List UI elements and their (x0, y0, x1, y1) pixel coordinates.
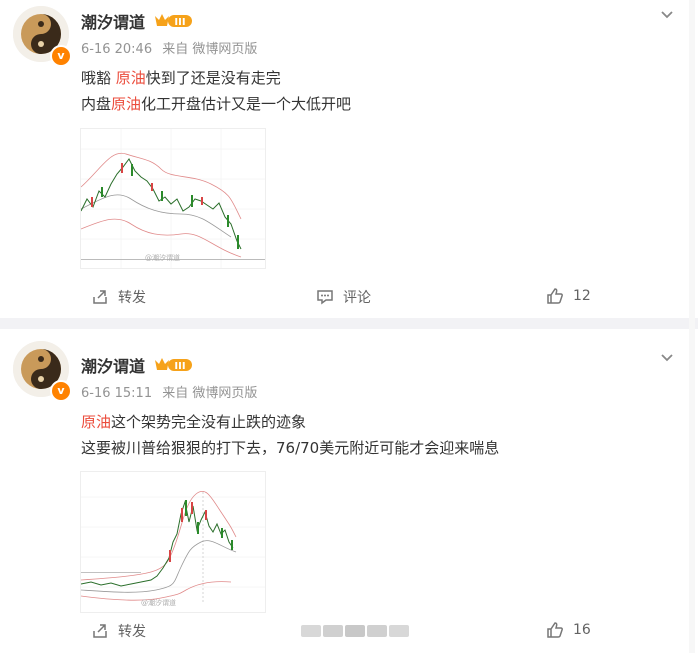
post-actions: 转发 16 (0, 621, 698, 645)
image-watermark: @潮汐谓道 (145, 253, 180, 262)
post-image[interactable]: @潮汐谓道 (80, 471, 266, 613)
verified-badge-icon: v (50, 380, 72, 402)
username[interactable]: 潮汐谓道 (81, 353, 145, 377)
chevron-down-icon[interactable] (658, 349, 676, 367)
verified-badge-icon: v (50, 45, 72, 67)
repost-button[interactable]: 转发 (91, 621, 146, 641)
weibo-feed: v 潮汐谓道 III 6-16 20:46 来自 微博网页版 哦豁 原油快到了还… (0, 0, 698, 653)
post-time[interactable]: 6-16 15:11 (81, 386, 152, 401)
level-badge-text: III (174, 361, 185, 372)
blurred-comment-placeholder (301, 625, 409, 637)
post-text-line: 这要被川普给狠狠的打下去，76/70美元附近可能才会迎来喘息 (81, 439, 500, 457)
chevron-down-icon[interactable] (658, 6, 676, 24)
post-card: v 潮汐谓道 III 6-16 20:46 来自 微博网页版 哦豁 原油快到了还… (0, 0, 698, 318)
post-image[interactable]: @潮汐谓道 (80, 128, 266, 269)
chart-thumbnail-image: @潮汐谓道 (80, 472, 265, 612)
post-divider (0, 318, 698, 329)
comment-button[interactable] (301, 621, 418, 639)
like-count: 16 (573, 622, 591, 638)
repost-label: 转发 (118, 290, 146, 306)
keyword-link[interactable]: 原油 (111, 95, 141, 113)
comment-label: 评论 (343, 290, 371, 306)
chart-thumbnail-image: @潮汐谓道 (80, 129, 265, 268)
like-button[interactable]: 16 (546, 621, 591, 639)
post-time[interactable]: 6-16 20:46 (81, 42, 152, 57)
comment-icon (317, 290, 333, 305)
post-card: v 潮汐谓道 III 6-16 15:11 来自 微博网页版 原油这个架势完全没… (0, 329, 698, 653)
post-text-line: 内盘原油化工开盘估计又是一个大低开吧 (81, 95, 352, 113)
post-meta: 6-16 20:46 来自 微博网页版 (81, 38, 263, 57)
keyword-link[interactable]: 原油 (81, 413, 111, 431)
keyword-link[interactable]: 原油 (116, 69, 146, 87)
repost-icon (93, 290, 107, 304)
post-source: 来自 微博网页版 (162, 42, 258, 57)
like-button[interactable]: 12 (546, 287, 591, 305)
level-badge-icon: III (155, 14, 192, 28)
comment-button[interactable]: 评论 (316, 287, 371, 307)
scrollbar[interactable] (689, 0, 695, 653)
level-badge-icon: III (155, 358, 192, 372)
repost-label: 转发 (118, 624, 146, 640)
repost-button[interactable]: 转发 (91, 287, 146, 307)
post-actions: 转发 评论 12 (0, 287, 698, 311)
username[interactable]: 潮汐谓道 (81, 9, 145, 33)
post-meta: 6-16 15:11 来自 微博网页版 (81, 382, 263, 401)
repost-icon (93, 624, 107, 638)
thumbs-up-icon (547, 288, 563, 304)
thumbs-up-icon (547, 622, 563, 638)
post-source: 来自 微博网页版 (162, 386, 258, 401)
post-text-line: 原油这个架势完全没有止跌的迹象 (81, 413, 307, 431)
level-badge-text: III (174, 17, 185, 28)
like-count: 12 (573, 288, 591, 304)
post-text-line: 哦豁 原油快到了还是没有走完 (81, 69, 281, 87)
image-watermark: @潮汐谓道 (141, 598, 176, 607)
